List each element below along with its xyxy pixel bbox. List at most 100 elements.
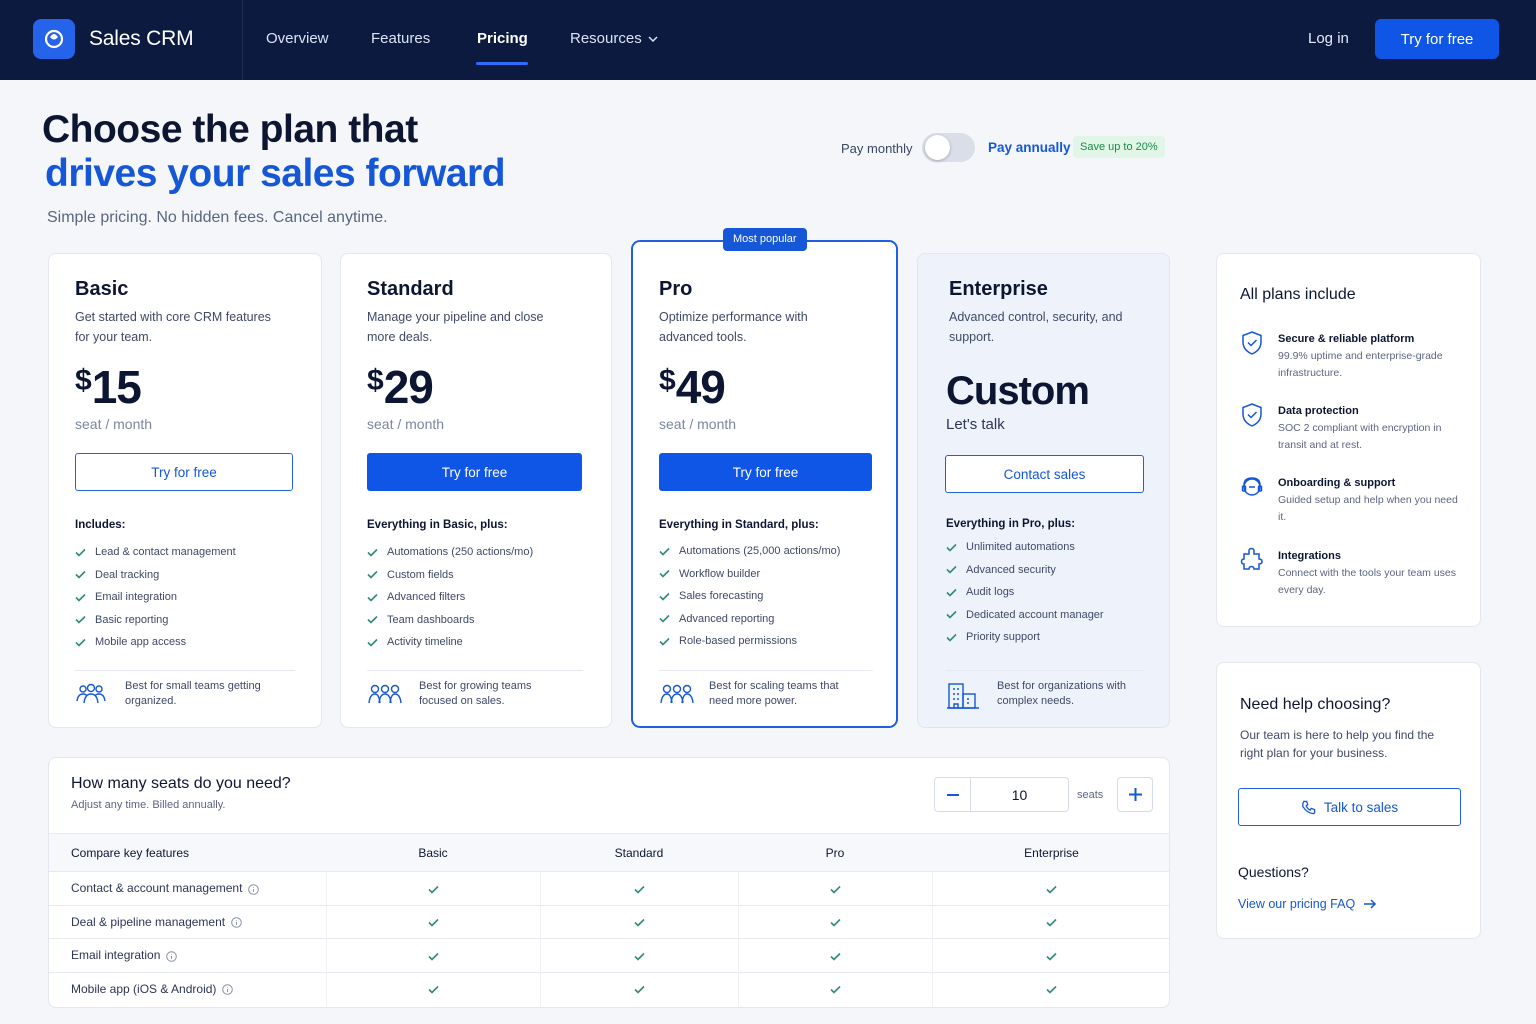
- toggle-knob: [925, 135, 950, 160]
- feature-desc: Guided setup and help when you need it.: [1278, 494, 1458, 523]
- feature-item: Workflow builder: [659, 563, 840, 586]
- feature-title: Onboarding & support: [1278, 477, 1396, 489]
- table-header-row: Compare key features Basic Standard Pro …: [49, 833, 1169, 872]
- feature-item: Role-based permissions: [659, 630, 840, 653]
- check-icon: [427, 919, 439, 927]
- info-icon[interactable]: [248, 883, 260, 895]
- check-icon: [946, 543, 957, 552]
- feature-label: Activity timeline: [387, 636, 463, 649]
- increase-seats-button[interactable]: [1117, 777, 1153, 812]
- feature-item: Deal tracking: [75, 564, 236, 587]
- decrease-seats-button[interactable]: [935, 778, 971, 811]
- faq-link-label: View our pricing FAQ: [1238, 897, 1356, 911]
- nav-divider: [242, 0, 243, 80]
- plan-name: Standard: [367, 278, 454, 300]
- feature-name: Email integration: [71, 948, 161, 963]
- brand-logo-icon[interactable]: [33, 19, 75, 59]
- team-icon: [660, 684, 694, 704]
- feature-integrations: Integrations Connect with the tools your…: [1240, 547, 1470, 610]
- plan-price: $49: [659, 361, 726, 413]
- brand-name[interactable]: Sales CRM: [89, 27, 194, 51]
- card-divider: [946, 670, 1144, 671]
- price-period: seat / month: [75, 416, 153, 432]
- nav-link-features[interactable]: Features: [371, 30, 430, 47]
- check-icon: [75, 548, 86, 557]
- info-icon[interactable]: [222, 984, 234, 996]
- feature-cell: Contact & account management: [49, 871, 326, 905]
- arrow-right-icon: [1364, 899, 1377, 909]
- feature-label: Deal tracking: [95, 568, 160, 581]
- check-cell: [931, 871, 1169, 905]
- feature-label: Advanced filters: [387, 591, 466, 604]
- table-row: Contact & account management: [49, 871, 1169, 905]
- price-subtext: Let's talk: [946, 416, 1005, 433]
- check-cell: [931, 904, 1169, 939]
- users-icon: [76, 683, 106, 704]
- building-icon: [947, 683, 979, 709]
- compare-features-table: Compare key features Basic Standard Pro …: [49, 833, 1169, 1006]
- feature-item: Email integration: [75, 586, 236, 609]
- check-icon: [367, 638, 378, 647]
- table-header: Enterprise: [932, 833, 1169, 872]
- login-link[interactable]: Log in: [1308, 30, 1349, 47]
- talk-to-sales-button[interactable]: Talk to sales: [1238, 788, 1461, 826]
- shield-check-icon: [1242, 403, 1262, 427]
- standard-try-free-button[interactable]: Try for free: [367, 453, 582, 491]
- check-cell: [325, 938, 540, 972]
- pricing-faq-link[interactable]: View our pricing FAQ: [1238, 897, 1377, 911]
- help-description: Our team is here to help you find the ri…: [1240, 728, 1435, 760]
- check-icon: [367, 548, 378, 557]
- nav-link-pricing[interactable]: Pricing: [477, 30, 528, 47]
- plan-description: Manage your pipeline and close more deal…: [367, 310, 544, 344]
- includes-title: Everything in Standard, plus:: [659, 519, 819, 531]
- feature-title: Secure & reliable platform: [1278, 333, 1415, 345]
- check-cell: [737, 938, 932, 972]
- nav-link-overview[interactable]: Overview: [266, 30, 329, 47]
- check-cell: [325, 871, 540, 905]
- check-icon: [367, 616, 378, 624]
- check-icon: [367, 593, 378, 602]
- nav-try-free-button[interactable]: Try for free: [1375, 19, 1499, 59]
- feature-cell: Deal & pipeline management: [49, 904, 326, 939]
- check-icon: [659, 615, 670, 623]
- feature-label: Audit logs: [966, 586, 1015, 599]
- price-amount: Custom: [946, 369, 1090, 413]
- plan-price: Custom: [946, 366, 1090, 416]
- hero-title-line1: Choose the plan that: [42, 108, 418, 151]
- feature-item: Basic reporting: [75, 609, 236, 632]
- info-icon[interactable]: [166, 950, 178, 962]
- feature-item: Automations (250 actions/mo): [367, 541, 533, 564]
- check-icon: [1046, 885, 1057, 894]
- feature-item: Priority support: [946, 626, 1104, 649]
- check-icon: [1046, 952, 1057, 961]
- check-cell: [931, 938, 1169, 972]
- price-period: seat / month: [659, 416, 737, 432]
- pay-annually-label[interactable]: Pay annually: [988, 140, 1071, 155]
- seats-input[interactable]: 10: [971, 778, 1068, 811]
- plan-name: Pro: [659, 278, 693, 300]
- price-period: seat / month: [367, 416, 445, 432]
- nav-link-resources[interactable]: Resources: [570, 30, 642, 47]
- feature-label: Basic reporting: [95, 613, 169, 626]
- check-icon: [659, 592, 670, 601]
- check-cell: [539, 871, 738, 905]
- feature-item: Team dashboards: [367, 609, 533, 632]
- table-row: Deal & pipeline management: [49, 904, 1169, 939]
- phone-icon: [1301, 800, 1316, 814]
- pro-try-free-button[interactable]: Try for free: [659, 453, 872, 491]
- chevron-down-icon[interactable]: [648, 35, 658, 43]
- plan-footer-text: Best for small teams getting organized.: [125, 680, 261, 707]
- pay-monthly-label[interactable]: Pay monthly: [841, 141, 913, 156]
- table-row: Email integration: [49, 938, 1169, 972]
- basic-try-free-button[interactable]: Try for free: [75, 453, 293, 491]
- feature-secure: Secure & reliable platform 99.9% uptime …: [1240, 331, 1470, 393]
- feature-label: Mobile app access: [95, 636, 187, 649]
- questions-title: Questions?: [1238, 864, 1309, 880]
- info-icon[interactable]: [231, 917, 242, 928]
- price-amount: 49: [675, 361, 726, 413]
- table-header: Compare key features: [49, 833, 326, 872]
- feature-name: Contact & account management: [71, 881, 243, 896]
- contact-sales-button[interactable]: Contact sales: [945, 455, 1144, 493]
- seats-stepper: 10: [934, 777, 1069, 812]
- billing-toggle-switch[interactable]: [922, 133, 975, 162]
